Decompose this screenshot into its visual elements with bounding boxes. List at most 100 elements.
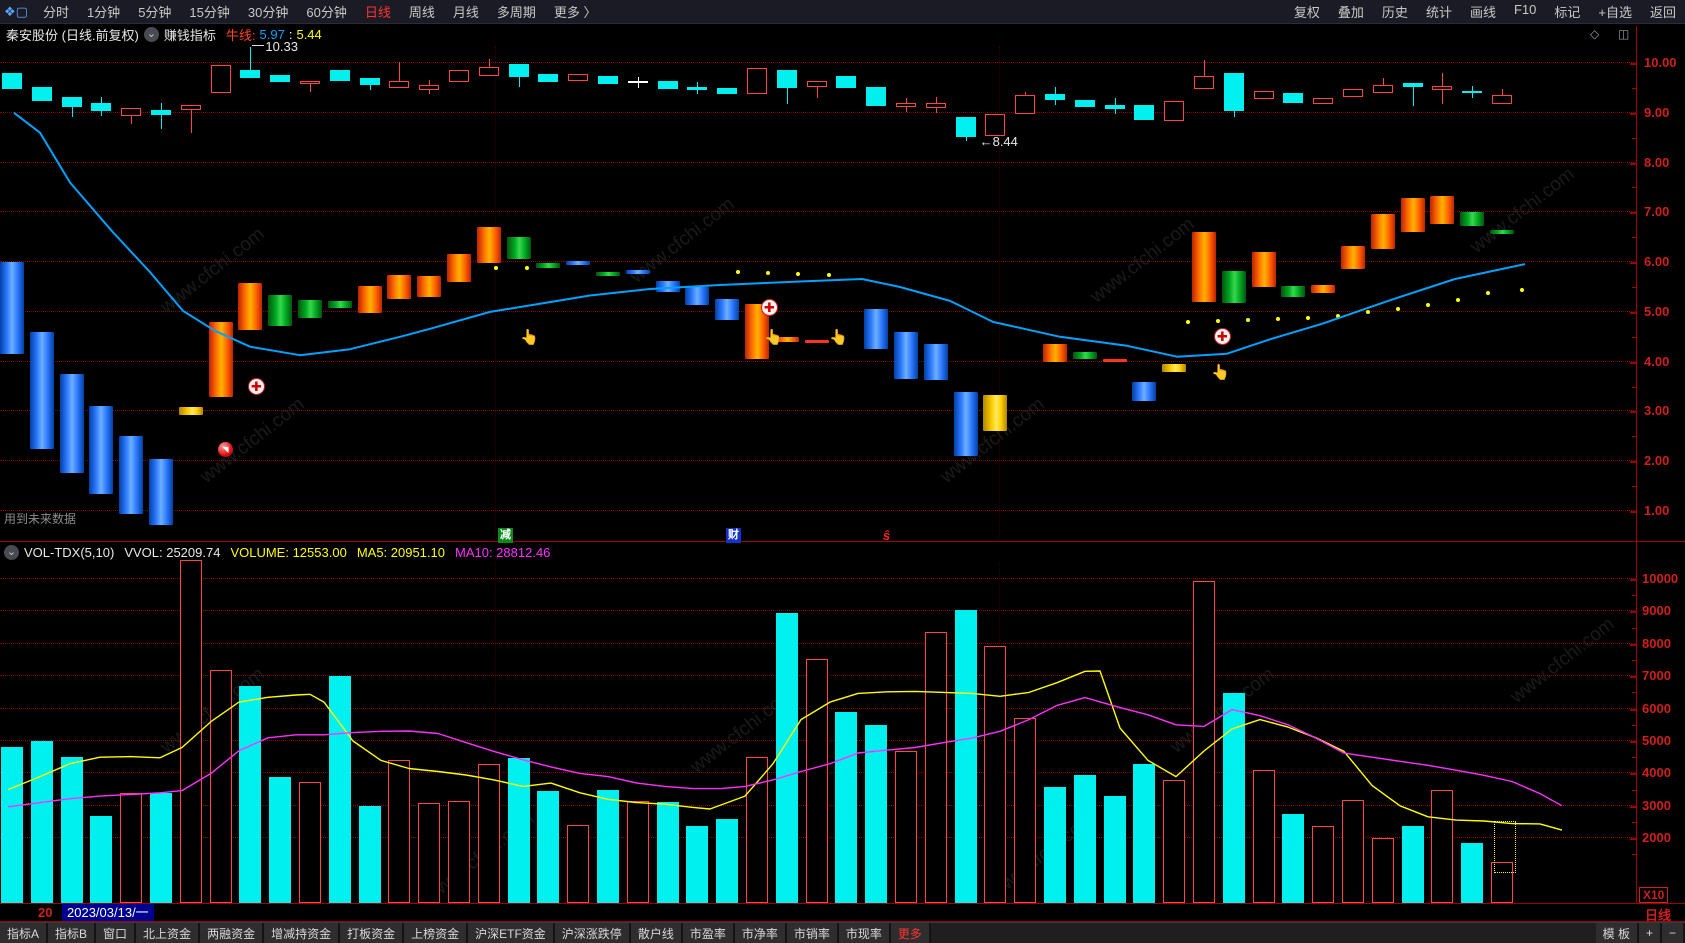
price-axis-line xyxy=(1636,26,1637,921)
statusbar-item-市盈率[interactable]: 市盈率 xyxy=(682,923,735,943)
indicator-bar-orange xyxy=(387,274,412,300)
vvol-forecast-box xyxy=(1494,821,1516,873)
indicator-bar-blue xyxy=(864,309,889,350)
candle xyxy=(1194,75,1214,90)
price-axis-label: 9.00 xyxy=(1644,104,1670,120)
candle-lower-wick xyxy=(1472,92,1474,98)
indicator-collapse-icon[interactable]: ⌄ xyxy=(143,26,159,42)
buy-hand-icon: 👆 xyxy=(829,329,848,346)
date-axis-prefix: 20 xyxy=(38,905,53,920)
vol-collapse-icon[interactable]: ⌄ xyxy=(4,545,19,560)
menu-item-5分钟[interactable]: 5分钟 xyxy=(129,5,180,20)
volume-bar xyxy=(1371,838,1394,903)
toolbar-item-返回[interactable]: 返回 xyxy=(1641,2,1685,21)
statusbar-item-市现率[interactable]: 市现率 xyxy=(838,923,891,943)
indicator-bar-red xyxy=(804,339,829,343)
menu-item-分时[interactable]: 分时 xyxy=(34,5,78,20)
candle xyxy=(1015,95,1036,114)
candle-lower-wick xyxy=(429,89,431,94)
toolbar-item-统计[interactable]: 统计 xyxy=(1417,2,1461,21)
candle-lower-wick xyxy=(518,76,520,87)
statusbar-item-北上资金[interactable]: 北上资金 xyxy=(136,923,201,943)
volume-bar xyxy=(1103,796,1126,903)
statusbar-item-上榜资金[interactable]: 上榜资金 xyxy=(404,923,469,943)
statusbar-right-+[interactable]: + xyxy=(1638,923,1662,943)
statusbar-item-散户线[interactable]: 散户线 xyxy=(630,923,683,943)
volume-bar xyxy=(269,776,292,903)
volume-indicator-header: ⌄ VOL-TDX(5,10) VVOL: 25209.74 VOLUME: 1… xyxy=(0,543,550,562)
statusbar-item-市销率[interactable]: 市销率 xyxy=(786,923,839,943)
candle-lower-wick xyxy=(310,84,311,92)
price-axis-label: 8.00 xyxy=(1644,154,1670,170)
toolbar-item-历史[interactable]: 历史 xyxy=(1373,2,1417,21)
app-logo-icon: ❖▢ xyxy=(4,3,28,19)
indicator-bar-blue xyxy=(29,331,54,449)
candle xyxy=(687,86,708,90)
toolbar-item-标记[interactable]: 标记 xyxy=(1545,2,1589,21)
volume-axis-label: 5000 xyxy=(1642,733,1671,748)
split-window-icon[interactable]: ◫ xyxy=(1618,27,1629,41)
bull-line-yellow-dot xyxy=(1426,302,1430,307)
menu-item-多周期[interactable]: 多周期 xyxy=(488,5,545,20)
indicator-bar-orange xyxy=(1311,284,1336,293)
candle xyxy=(1492,95,1512,104)
volume-bar xyxy=(1193,580,1215,903)
toolbar-item-+自选[interactable]: +自选 xyxy=(1589,2,1641,21)
candle xyxy=(1462,91,1483,94)
candle-upper-wick xyxy=(1055,86,1056,94)
statusbar-item-窗口[interactable]: 窗口 xyxy=(96,923,137,943)
toolbar-item-复权[interactable]: 复权 xyxy=(1285,2,1329,21)
candle-upper-wick xyxy=(1382,77,1384,85)
volume-bar xyxy=(597,789,619,903)
bull-line-yellow-dot xyxy=(827,273,831,278)
medic-plus-icon: ✚ xyxy=(248,378,265,395)
statusbar-item-市净率[interactable]: 市净率 xyxy=(734,923,787,943)
statusbar-item-打板资金[interactable]: 打板资金 xyxy=(340,923,405,943)
menu-item-月线[interactable]: 月线 xyxy=(444,5,488,20)
volume-gridline xyxy=(0,578,1636,579)
menu-item-更多 〉[interactable]: 更多 〉 xyxy=(545,5,606,20)
indicator-bar-orange xyxy=(1430,195,1455,224)
price-gridline xyxy=(0,111,1636,113)
candle-lower-wick xyxy=(101,110,103,116)
indicator-bar-orange xyxy=(1251,251,1276,287)
volume-bar xyxy=(388,760,411,903)
statusbar-item-沪深ETF资金[interactable]: 沪深ETF资金 xyxy=(468,923,555,943)
menu-item-60分钟[interactable]: 60分钟 xyxy=(297,5,355,20)
menu-item-周线[interactable]: 周线 xyxy=(400,5,444,20)
menu-item-日线[interactable]: 日线 xyxy=(356,5,400,20)
toolbar-item-F10[interactable]: F10 xyxy=(1505,2,1545,21)
volume-bar xyxy=(1222,693,1245,903)
statusbar-item-指标A[interactable]: 指标A xyxy=(0,923,49,943)
bottom-status-bar: 指标A 指标B 窗口 北上资金 两融资金 增减持资金 打板资金 上榜资金 沪深ETF资金 沪深涨跌… xyxy=(0,922,1685,943)
menu-item-30分钟[interactable]: 30分钟 xyxy=(239,5,297,20)
statusbar-item-两融资金[interactable]: 两融资金 xyxy=(200,923,265,943)
volume-bar xyxy=(1252,770,1275,903)
statusbar-right-−[interactable]: − xyxy=(1661,923,1685,943)
menu-item-1分钟[interactable]: 1分钟 xyxy=(78,5,129,20)
menu-item-15分钟[interactable]: 15分钟 xyxy=(180,5,238,20)
statusbar-right-模 板[interactable]: 模 板 xyxy=(1595,923,1639,943)
volume-bar xyxy=(448,800,470,903)
toolbar-item-画线[interactable]: 画线 xyxy=(1461,2,1505,21)
diamond-icon[interactable]: ◇ xyxy=(1590,27,1599,41)
candle-lower-wick xyxy=(1055,100,1056,106)
candle-lower-wick xyxy=(935,107,937,113)
indicator-bar-blue xyxy=(685,287,710,306)
candle xyxy=(1074,100,1095,108)
candle xyxy=(419,84,440,90)
candle xyxy=(747,67,767,94)
statusbar-item-沪深涨跌停[interactable]: 沪深涨跌停 xyxy=(554,923,631,943)
statusbar-item-指标B[interactable]: 指标B xyxy=(48,923,97,943)
volume-value: VOLUME: 12553.00 xyxy=(230,545,347,560)
indicator-bar-orange xyxy=(417,275,442,297)
statusbar-item-增减持资金[interactable]: 增减持资金 xyxy=(264,923,341,943)
volume-bar xyxy=(954,609,977,903)
statusbar-item-更多[interactable]: 更多 xyxy=(890,923,931,943)
indicator-bar-green xyxy=(1490,230,1514,235)
signal-icon-ŝ: ŝ xyxy=(882,528,891,543)
status-bar-items: 指标A 指标B 窗口 北上资金 两融资金 增减持资金 打板资金 上榜资金 沪深ETF资金 沪深涨跌… xyxy=(0,923,931,943)
volume-bar xyxy=(626,800,649,903)
toolbar-item-叠加[interactable]: 叠加 xyxy=(1329,2,1373,21)
volume-bar xyxy=(179,559,202,903)
